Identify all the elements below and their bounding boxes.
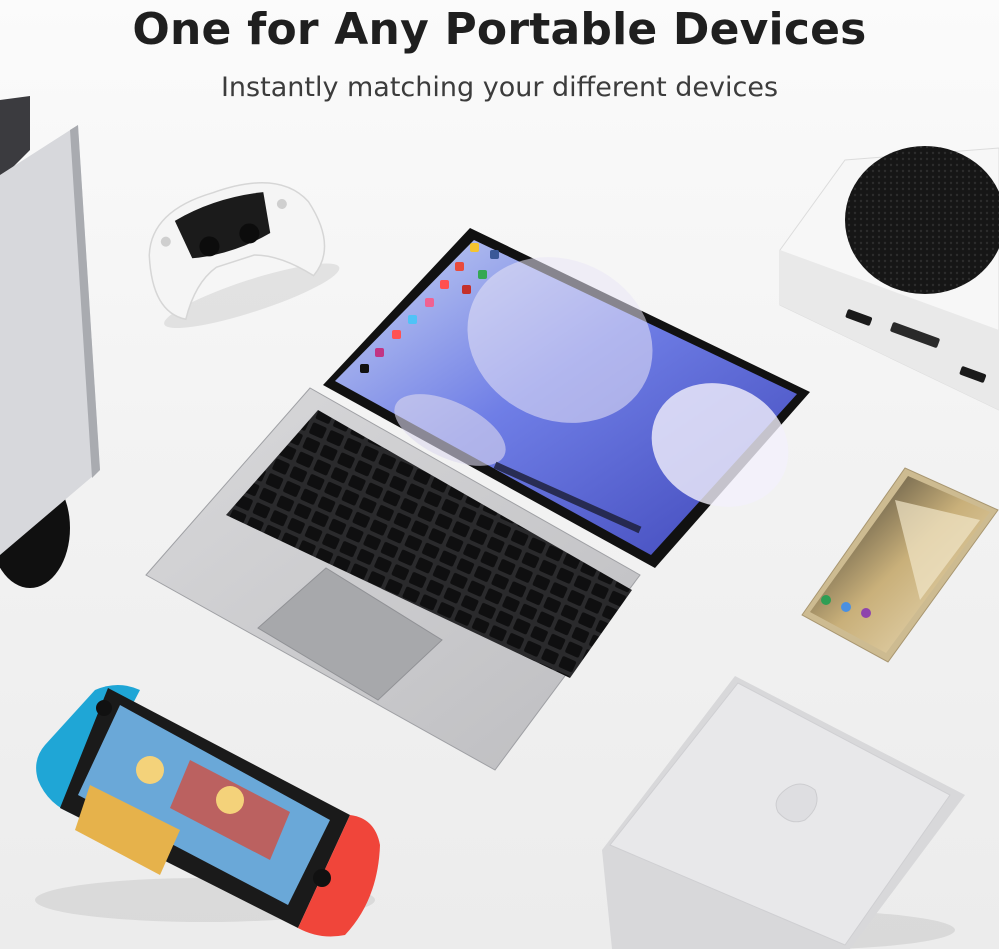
device-scene — [0, 96, 999, 949]
handheld-game-console — [35, 685, 380, 937]
game-console-tower — [0, 96, 100, 588]
mini-desktop-computer — [602, 676, 965, 949]
smartphone — [801, 467, 999, 663]
gamepad-controller — [148, 182, 340, 329]
game-console-box — [779, 146, 999, 411]
